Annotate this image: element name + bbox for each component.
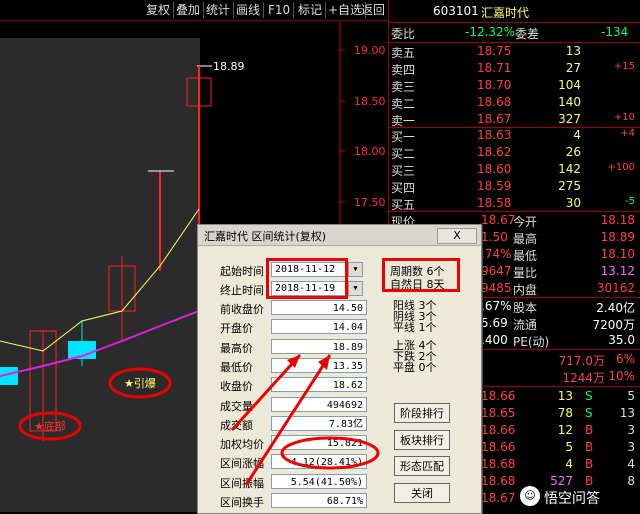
annotation-overlay <box>230 353 380 486</box>
arrow-to-close <box>244 354 332 486</box>
range-gain-highlight <box>280 436 380 470</box>
watermark-logo-icon: ☺ <box>520 486 540 506</box>
arrowhead <box>318 355 330 370</box>
watermark: ☺ 悟空问答 <box>520 486 638 510</box>
watermark-text: 悟空问答 <box>544 491 600 507</box>
